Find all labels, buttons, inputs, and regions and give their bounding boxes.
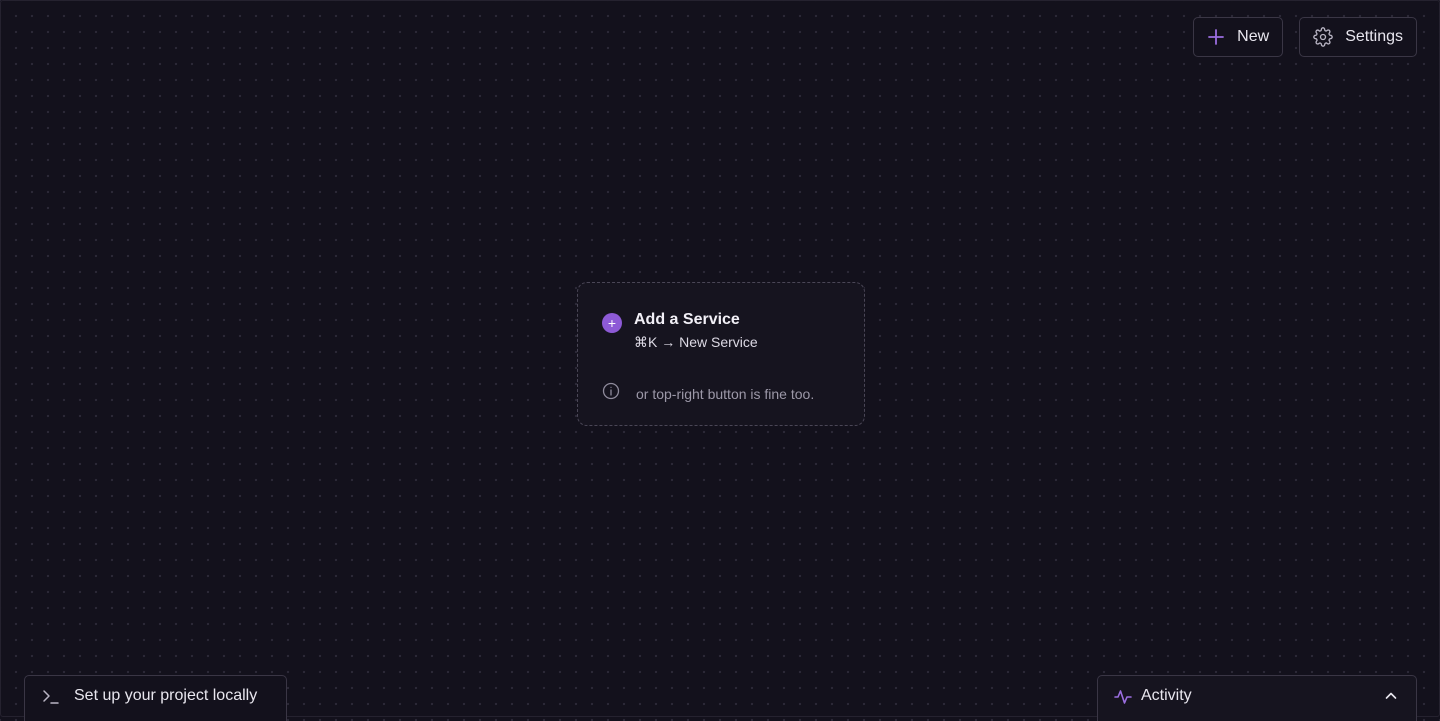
add-service-card: + Add a Service ⌘K → New Service or top-… xyxy=(577,282,865,426)
terminal-icon xyxy=(42,688,60,711)
activity-label: Activity xyxy=(1141,687,1192,704)
add-service-title: Add a Service xyxy=(634,311,740,328)
add-service-action[interactable]: + Add a Service ⌘K → New Service xyxy=(602,311,758,350)
gear-icon xyxy=(1313,27,1333,47)
settings-button-label: Settings xyxy=(1345,28,1403,45)
plus-icon xyxy=(1207,28,1225,46)
add-service-shortcut: ⌘K → New Service xyxy=(634,334,758,350)
top-toolbar: New Settings xyxy=(1193,17,1417,57)
activity-pulse-icon xyxy=(1114,688,1132,711)
chevron-up-icon[interactable] xyxy=(1384,689,1398,708)
new-button-label: New xyxy=(1237,28,1270,45)
setup-locally-label: Set up your project locally xyxy=(74,687,258,704)
activity-panel-toggle[interactable]: Activity xyxy=(1097,675,1417,721)
add-service-hint: or top-right button is fine too. xyxy=(602,382,814,405)
info-icon xyxy=(602,382,620,405)
plus-circle-icon: + xyxy=(602,313,622,333)
setup-locally-button[interactable]: Set up your project locally xyxy=(24,675,287,721)
settings-button[interactable]: Settings xyxy=(1299,17,1417,57)
new-button[interactable]: New xyxy=(1193,17,1284,57)
hint-text: or top-right button is fine too. xyxy=(636,385,815,402)
